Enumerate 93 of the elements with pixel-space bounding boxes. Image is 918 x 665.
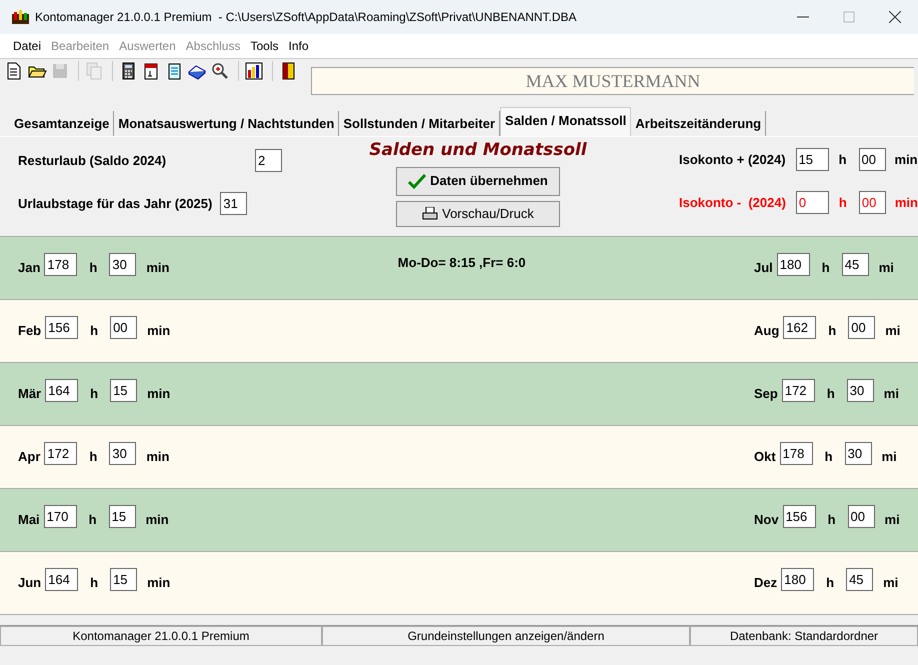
magnifier-icon[interactable] xyxy=(210,61,230,81)
tab[interactable]: Salden / Monatssoll xyxy=(500,106,632,136)
unit-label: mi xyxy=(885,322,900,340)
unit-label: mi xyxy=(884,385,899,404)
month-label: Jan xyxy=(18,259,40,278)
minutes-field[interactable]: 00 xyxy=(110,316,138,338)
action-button[interactable]: Daten übernehmen xyxy=(396,166,560,196)
unit-label: min xyxy=(146,511,169,530)
month-label: Apr xyxy=(18,448,40,466)
field-label: Resturlaub (Saldo 2024) xyxy=(18,152,166,170)
hours-field[interactable]: 170 xyxy=(44,504,77,528)
unit-label: h xyxy=(90,322,98,340)
unit-label: min xyxy=(894,194,918,212)
unit-label: h xyxy=(826,574,834,592)
isokonto-label: Isokonto + (2024) xyxy=(679,150,786,169)
action-button[interactable]: Vorschau/Druck xyxy=(396,200,560,226)
schedule-note: Mo-Do= 8:15 ,Fr= 6:0 xyxy=(398,254,526,272)
unit-label: h xyxy=(824,448,833,466)
unit-label: min xyxy=(147,322,170,340)
hours-field[interactable]: 164 xyxy=(45,568,78,590)
unit-label: h xyxy=(838,150,847,169)
month-label: Aug xyxy=(754,322,780,340)
bar-chart-icon[interactable] xyxy=(244,61,264,81)
user-name: MAX MUSTERMANN xyxy=(526,70,700,92)
app-logo-icon xyxy=(12,10,29,24)
check-icon xyxy=(408,173,426,189)
unit-label: h xyxy=(90,574,98,592)
status-panel: Datenbank: Standardordner xyxy=(690,626,918,646)
unit-label: min xyxy=(146,448,170,466)
hours-field[interactable]: 178 xyxy=(780,442,813,464)
status-panel: Kontomanager 21.0.0.1 Premium xyxy=(0,626,322,646)
minutes-field[interactable]: 00 xyxy=(848,316,876,338)
minutes-field[interactable]: 00 xyxy=(858,191,886,214)
month-label: Sep xyxy=(754,385,778,404)
minutes-field[interactable]: 00 xyxy=(858,148,886,171)
close-icon[interactable] xyxy=(889,11,901,23)
unit-label: h xyxy=(822,259,830,278)
hours-field[interactable]: 178 xyxy=(44,252,78,276)
minutes-field[interactable]: 45 xyxy=(842,252,869,276)
unit-label: min xyxy=(894,150,918,169)
month-label: Mär xyxy=(18,385,42,404)
minutes-field[interactable]: 30 xyxy=(109,442,136,464)
hours-field[interactable]: 156 xyxy=(782,504,816,528)
hours-field[interactable]: 15 xyxy=(796,148,829,171)
number-field[interactable]: 2 xyxy=(255,149,282,172)
month-label: Dez xyxy=(754,574,778,592)
month-label: Jun xyxy=(18,574,42,592)
hours-field[interactable]: 156 xyxy=(45,316,78,338)
minutes-field[interactable]: 30 xyxy=(844,442,872,464)
printer-icon xyxy=(422,206,438,220)
month-label: Nov xyxy=(754,511,779,530)
status-panel: Grundeinstellungen anzeigen/ändern xyxy=(322,626,690,646)
minutes-field[interactable]: 30 xyxy=(109,252,136,276)
unit-label: min xyxy=(147,385,170,404)
month-label: Feb xyxy=(18,322,42,340)
hours-field[interactable]: 162 xyxy=(783,316,816,338)
menu-item[interactable]: Info xyxy=(283,37,314,55)
unit-label: mi xyxy=(878,259,894,278)
unit-label: h xyxy=(88,511,97,530)
month-label: Mai xyxy=(18,511,40,530)
unit-label: h xyxy=(838,194,847,212)
isokonto-label: Isokonto - (2024) xyxy=(679,194,786,212)
unit-label: mi xyxy=(882,448,897,466)
hours-field[interactable]: 180 xyxy=(781,568,814,590)
unit-label: h xyxy=(89,448,98,466)
unit-label: mi xyxy=(884,511,900,530)
minutes-field[interactable]: 00 xyxy=(848,504,875,528)
unit-label: h xyxy=(828,511,836,530)
unit-label: min xyxy=(146,259,170,278)
hours-field[interactable]: 164 xyxy=(45,378,78,402)
minutes-field[interactable]: 15 xyxy=(110,378,138,402)
menu-item[interactable]: Tools xyxy=(245,37,284,55)
month-label: Jul xyxy=(754,259,773,278)
hours-field[interactable]: 180 xyxy=(776,252,810,276)
panel-heading: Salden und Monatssoll xyxy=(369,139,587,162)
number-field[interactable]: 31 xyxy=(220,192,248,215)
unit-label: h xyxy=(828,322,836,340)
minutes-field[interactable]: 15 xyxy=(108,504,136,528)
minutes-field[interactable]: 15 xyxy=(110,568,138,590)
month-label: Okt xyxy=(754,448,776,466)
hours-field[interactable]: 172 xyxy=(782,378,815,402)
unit-label: min xyxy=(147,574,170,592)
unit-label: mi xyxy=(883,574,898,592)
menu-item[interactable]: Datei xyxy=(8,37,46,55)
minutes-field[interactable]: 30 xyxy=(846,378,874,402)
unit-label: h xyxy=(826,385,835,404)
hours-field[interactable]: 0 xyxy=(796,191,829,214)
window-title: Kontomanager 21.0.0.1 Premium - C:\Users\ZSoft\AppData\Roaming\ZSoft\Privat\UNBENANNT.DBA xyxy=(35,9,577,26)
field-label: Urlaubstage für das Jahr (2025) xyxy=(18,194,212,213)
unit-label: h xyxy=(89,259,98,278)
minutes-field[interactable]: 45 xyxy=(846,568,874,590)
unit-label: h xyxy=(90,385,98,404)
hours-field[interactable]: 172 xyxy=(44,442,78,464)
